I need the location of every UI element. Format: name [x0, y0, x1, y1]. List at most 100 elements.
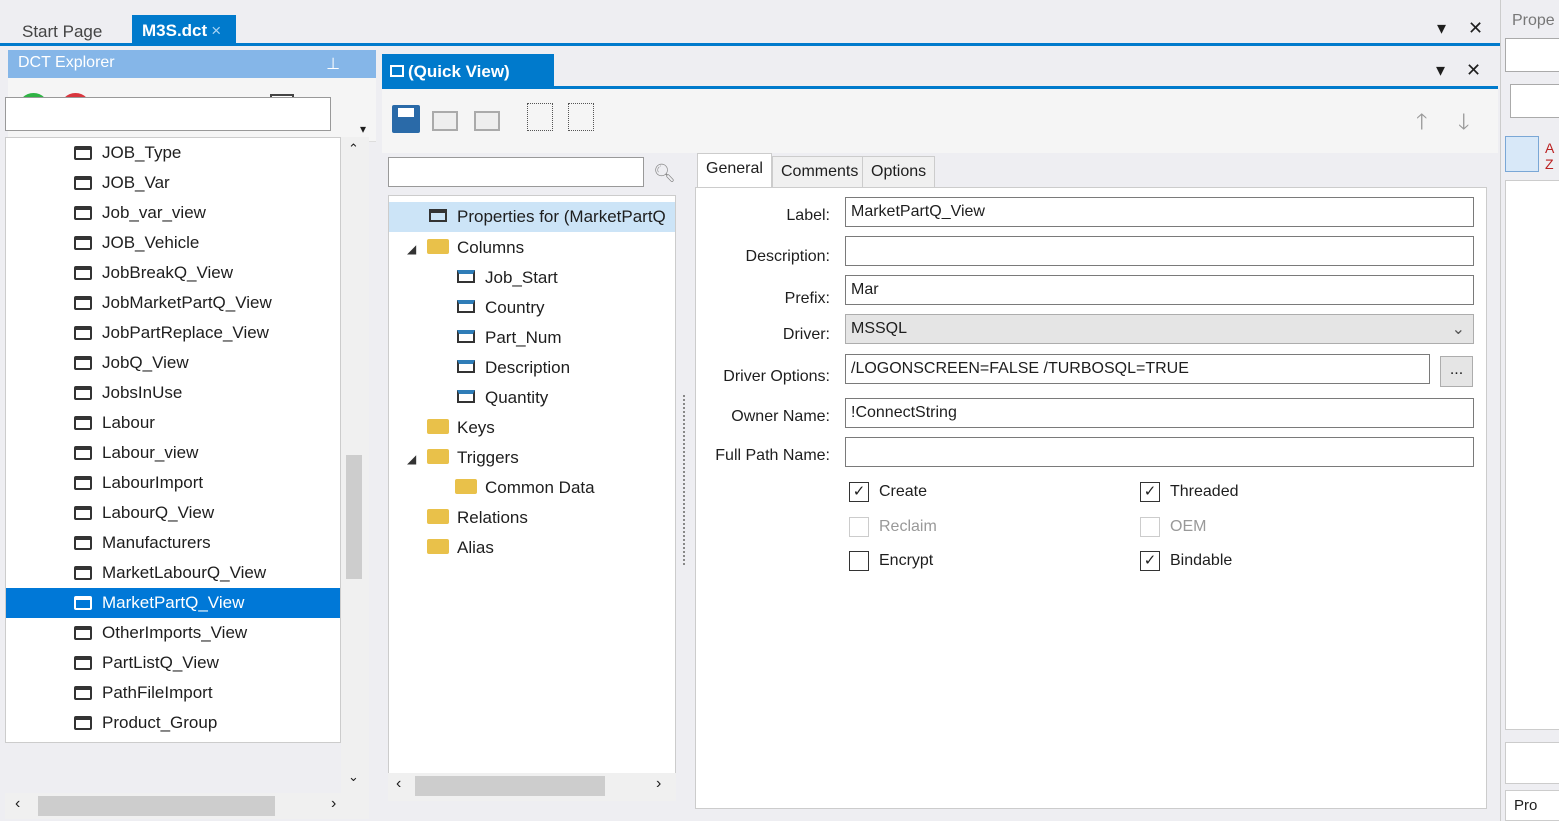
- browse-button[interactable]: ...: [1440, 356, 1473, 387]
- move-up-icon[interactable]: 🡑: [1416, 105, 1427, 143]
- label-field[interactable]: MarketPartQ_View: [845, 197, 1474, 227]
- explorer-search-input[interactable]: [5, 97, 331, 131]
- explorer-scroll-thumb[interactable]: [346, 455, 362, 579]
- tab-comments[interactable]: Comments: [772, 156, 868, 187]
- list-item[interactable]: JobsInUse: [6, 378, 340, 408]
- list-item[interactable]: LabourQ_View: [6, 498, 340, 528]
- list-item[interactable]: Job_var_view: [6, 198, 340, 228]
- driver-options-field-label: Driver Options:: [723, 368, 830, 385]
- scroll-left-icon[interactable]: ‹: [15, 795, 20, 813]
- list-item[interactable]: Labour: [6, 408, 340, 438]
- tree-root-label: Properties for (MarketPartQ: [457, 207, 666, 226]
- threaded-checkbox[interactable]: ✓ Threaded: [1140, 481, 1239, 503]
- list-item[interactable]: JobQ_View: [6, 348, 340, 378]
- list-item[interactable]: JOB_Var: [6, 168, 340, 198]
- property-grid: [1505, 180, 1559, 730]
- reclaim-checkbox: Reclaim: [849, 516, 937, 538]
- properties-bottom-tab[interactable]: Pro: [1505, 790, 1559, 821]
- create-checkbox[interactable]: ✓ Create: [849, 481, 927, 503]
- list-item[interactable]: PartListQ_View: [6, 648, 340, 678]
- list-item[interactable]: Manufacturers: [6, 528, 340, 558]
- tab-general[interactable]: General: [697, 153, 772, 188]
- list-item-label: OtherImports_View: [102, 623, 248, 642]
- list-item[interactable]: PathFileImport: [6, 678, 340, 708]
- tab-m3s-dct[interactable]: M3S.dct ×: [132, 15, 236, 46]
- tree-column-item[interactable]: Quantity: [457, 383, 548, 413]
- tree-search-input[interactable]: [388, 157, 644, 187]
- encrypt-checkbox[interactable]: Encrypt: [849, 550, 933, 572]
- search-icon[interactable]: 🔍︎: [653, 163, 676, 184]
- close-document-icon[interactable]: ✕: [1468, 18, 1483, 39]
- prefix-field[interactable]: Mar: [845, 275, 1474, 305]
- table-icon: [74, 476, 92, 490]
- driver-options-field[interactable]: /LOGONSCREEN=FALSE /TURBOSQL=TRUE: [845, 354, 1430, 384]
- move-down-icon[interactable]: 🡓: [1458, 105, 1469, 143]
- tab-options[interactable]: Options: [862, 156, 936, 187]
- search-properties-input[interactable]: [1510, 84, 1559, 118]
- list-item[interactable]: JOB_Vehicle: [6, 228, 340, 258]
- list-item[interactable]: Product_Group: [6, 708, 340, 738]
- tree-root[interactable]: Properties for (MarketPartQ: [389, 202, 675, 232]
- explorer-table-list: JOB_Type JOB_Var Job_var_view JOB_Vehicle Jo…: [5, 137, 341, 743]
- tree-node-keys[interactable]: Keys: [427, 413, 495, 443]
- quick-view-dropdown-icon[interactable]: ▾: [1436, 60, 1445, 81]
- tab-start-page[interactable]: Start Page: [12, 16, 112, 46]
- folder-icon: [427, 419, 449, 435]
- column-label: Description: [485, 358, 571, 377]
- list-item[interactable]: MarketPartQ_View: [6, 588, 340, 618]
- collapse-all-icon[interactable]: [568, 103, 594, 131]
- toolbar-overflow-icon[interactable]: ▾: [360, 122, 366, 136]
- tree-node-triggers[interactable]: Triggers: [427, 443, 519, 473]
- list-item[interactable]: Labour_view: [6, 438, 340, 468]
- full-path-name-field-label: Full Path Name:: [715, 447, 830, 464]
- expand-arrow-icon[interactable]: ◢: [407, 452, 416, 466]
- scroll-right-icon[interactable]: ›: [331, 795, 336, 813]
- list-item[interactable]: MarketLabourQ_View: [6, 558, 340, 588]
- tree-node-relations[interactable]: Relations: [427, 503, 528, 533]
- tree-column-item[interactable]: Job_Start: [457, 263, 558, 293]
- tree-column-item[interactable]: Country: [457, 293, 545, 323]
- bindable-checkbox[interactable]: ✓ Bindable: [1140, 550, 1232, 572]
- tree-column-item[interactable]: Description: [457, 353, 570, 383]
- tab-dropdown-icon[interactable]: ▾: [1437, 18, 1446, 39]
- object-selector[interactable]: [1505, 38, 1559, 72]
- alphabetical-icon[interactable]: A Z: [1545, 140, 1559, 172]
- scroll-down-icon[interactable]: ⌄: [348, 769, 359, 785]
- description-field[interactable]: [845, 236, 1474, 266]
- tab-close-icon[interactable]: ×: [211, 21, 221, 40]
- list-item[interactable]: JobPartReplace_View: [6, 318, 340, 348]
- column-label: Part_Num: [485, 328, 562, 347]
- prefix-field-label: Prefix:: [784, 290, 830, 307]
- list-item[interactable]: JobMarketPartQ_View: [6, 288, 340, 318]
- scroll-right-icon[interactable]: ›: [656, 775, 661, 793]
- expand-arrow-icon[interactable]: ◢: [407, 242, 416, 256]
- list-item[interactable]: JOB_Type: [6, 138, 340, 168]
- tree-node-alias[interactable]: Alias: [427, 533, 494, 563]
- list-item[interactable]: JobBreakQ_View: [6, 258, 340, 288]
- list-item[interactable]: LabourImport: [6, 468, 340, 498]
- tree-column-item[interactable]: Part_Num: [457, 323, 562, 353]
- expand-all-icon[interactable]: [527, 103, 553, 131]
- chevron-down-icon: ⌄: [1451, 321, 1465, 338]
- explorer-hscroll-thumb[interactable]: [38, 796, 275, 816]
- checkbox-box: [1140, 517, 1160, 537]
- tree-hscroll-thumb[interactable]: [415, 776, 605, 796]
- full-path-name-field[interactable]: [845, 437, 1474, 467]
- list-item[interactable]: OtherImports_View: [6, 618, 340, 648]
- categorized-icon[interactable]: [1505, 136, 1539, 172]
- quick-view-close-icon[interactable]: ✕: [1466, 60, 1481, 81]
- checkbox-box: ✓: [1140, 551, 1160, 571]
- quick-view-tab[interactable]: (Quick View): [382, 54, 554, 88]
- owner-name-field[interactable]: !ConnectString: [845, 398, 1474, 428]
- tree-node-columns[interactable]: Columns: [427, 233, 524, 263]
- list-item-label: JobsInUse: [102, 383, 183, 402]
- pin-icon[interactable]: ⊥: [326, 54, 340, 74]
- save-icon[interactable]: [392, 105, 420, 133]
- scroll-left-icon[interactable]: ‹: [396, 775, 401, 793]
- tree-trigger-item[interactable]: Common Data: [455, 473, 595, 503]
- table-icon: [74, 146, 92, 160]
- folder-icon: [427, 539, 449, 555]
- scroll-up-icon[interactable]: ⌃: [348, 141, 359, 157]
- driver-select[interactable]: MSSQL ⌄: [845, 314, 1474, 344]
- explorer-title-bar: DCT Explorer ⊥: [8, 50, 376, 78]
